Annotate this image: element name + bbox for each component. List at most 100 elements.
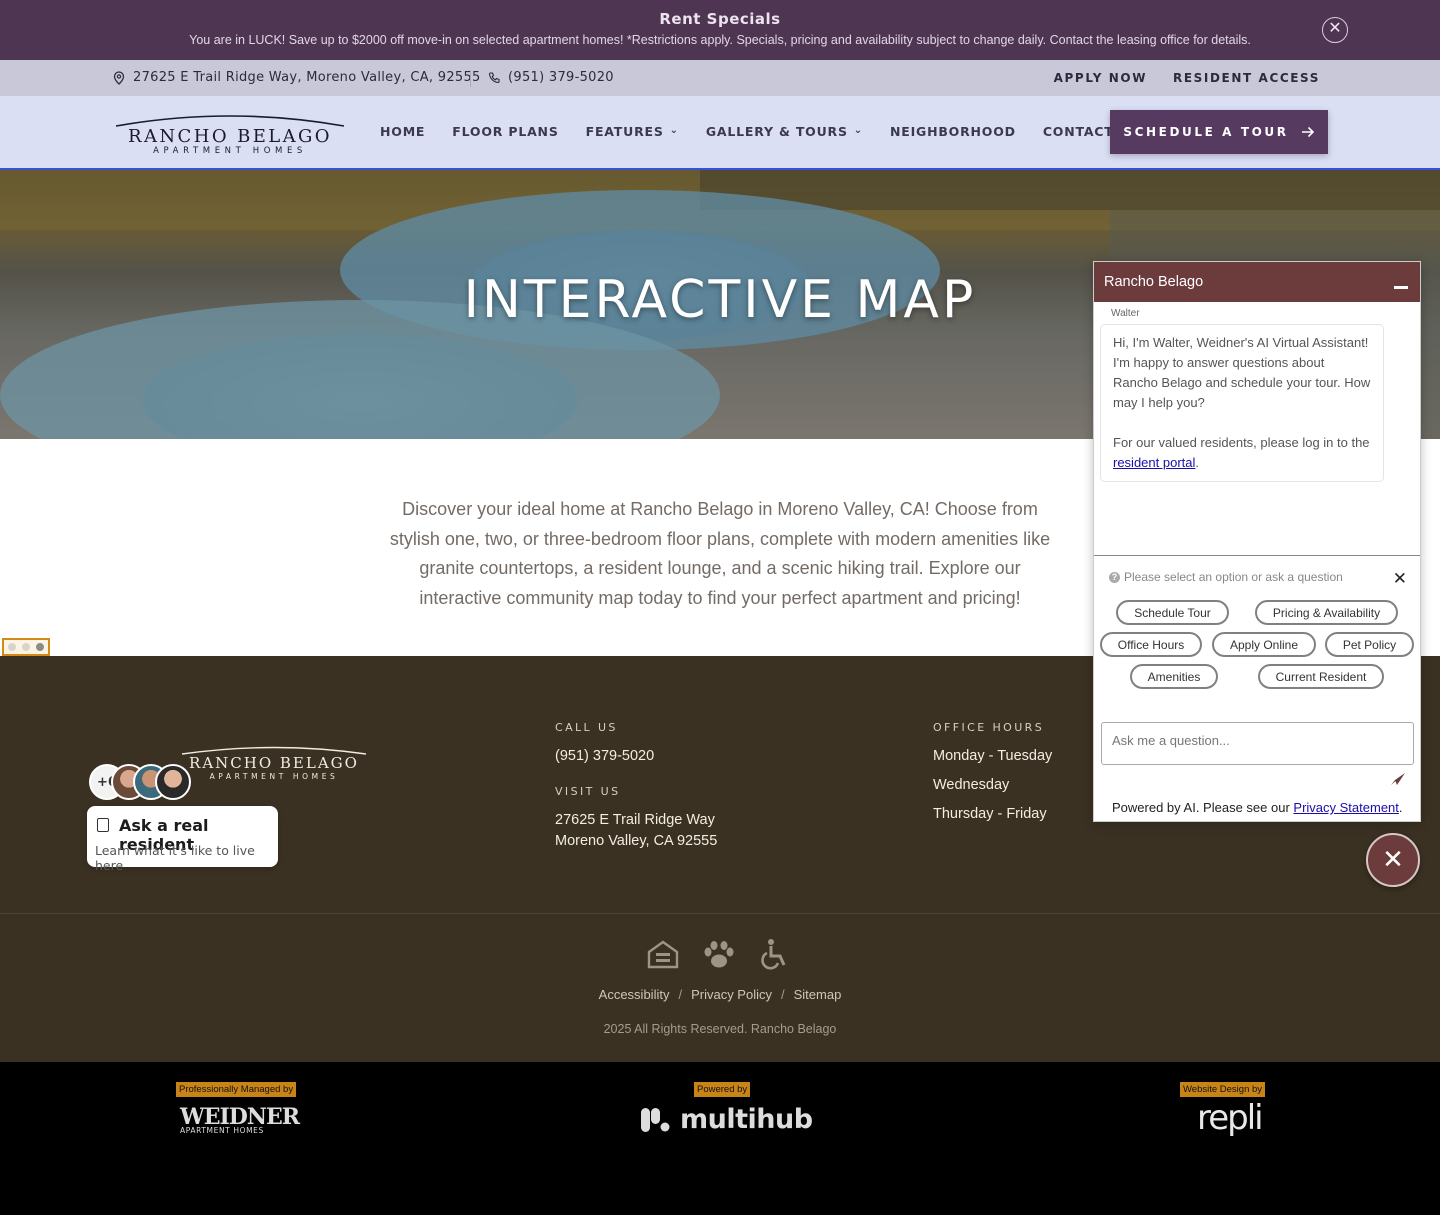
repli-logo[interactable]: repli [1197,1098,1264,1138]
promo-banner: Rent Specials You are in LUCK! Save up t… [0,0,1440,60]
hours-day: Thursday - Friday [933,806,1047,822]
footer-divider [0,913,1440,914]
privacy-statement-link[interactable]: Privacy Statement [1293,800,1399,815]
hours-day: Monday - Tuesday [933,748,1053,764]
chat-divider [1094,555,1420,556]
resident-portal-link[interactable]: resident portal [1113,455,1195,470]
carousel-dot[interactable] [22,643,30,651]
footer-links: Accessibility / Privacy Policy / Sitemap [0,987,1440,1002]
chat-header: Rancho Belago [1094,262,1420,302]
schedule-tour-label: SCHEDULE A TOUR [1123,125,1289,139]
chat-message-resident-text: For our valued residents, please log in … [1113,435,1370,450]
pet-friendly-icon [704,941,734,968]
resident-access-link[interactable]: RESIDENT ACCESS [1173,71,1320,85]
minimize-icon[interactable] [1394,274,1408,292]
visit-heading: VISIT US [555,785,621,798]
schedule-tour-button[interactable]: SCHEDULE A TOUR [1110,110,1328,154]
chat-disclaimer: Powered by AI. Please see our Privacy St… [1112,800,1403,815]
footer-logo-name: RANCHO BELAGO [189,754,359,772]
header-phone[interactable]: (951) 379-5020 [488,70,614,85]
call-heading: CALL US [555,721,618,734]
carousel-dot[interactable] [8,643,16,651]
intro-paragraph: Discover your ideal home at Rancho Belag… [389,499,1051,608]
footer-logo[interactable]: RANCHO BELAGO APARTMENT HOMES [180,744,368,784]
footer-logo-subtitle: APARTMENT HOMES [209,772,339,781]
link-separator: / [781,987,785,1002]
footer-address-line2[interactable]: Moreno Valley, CA 92555 [555,831,717,852]
chevron-down-icon: ⌄ [669,125,679,136]
multihub-wordmark: multihub [680,1104,813,1135]
nav-item-home[interactable]: HOME [380,124,425,139]
chat-message-period: . [1195,455,1200,470]
header-phone-text: (951) 379-5020 [508,70,614,85]
send-icon[interactable] [1390,772,1406,786]
wheelchair-accessible-icon [761,939,786,970]
utility-bar: 27625 E Trail Ridge Way, Moreno Valley, … [0,60,1440,96]
help-icon: ? [1109,571,1120,583]
chat-message: Hi, I'm Walter, Weidner's AI Virtual Ass… [1100,324,1384,482]
chat-disclaimer-text: Powered by AI. Please see our [1112,800,1290,815]
design-by-label: Website Design by [1180,1082,1266,1097]
ask-resident-subtitle: Learn what it's like to live here [95,843,255,873]
logo-subtitle: APARTMENT HOMES [153,146,307,156]
nav-menu: HOME FLOOR PLANS FEATURES ⌄ GALLERY & TOU… [380,124,1140,139]
weidner-logo[interactable]: WEIDNER APARTMENT HOMES [180,1104,300,1135]
equal-housing-icon [647,940,679,969]
sponsor-bar: Professionally Managed by WEIDNER APARTM… [0,1062,1440,1215]
promo-close-button[interactable]: ✕ [1322,17,1348,43]
arrow-right-icon [1301,126,1314,138]
chevron-down-icon: ⌄ [853,125,863,136]
apply-now-link[interactable]: APPLY NOW [1054,71,1147,85]
chat-title: Rancho Belago [1104,274,1204,290]
footer-visit: VISIT US 27625 E Trail Ridge Way Moreno … [555,785,717,852]
chat-input[interactable]: Ask me a question... [1101,722,1414,765]
powered-by-label: Powered by [694,1082,751,1097]
privacy-policy-link[interactable]: Privacy Policy [691,987,772,1002]
resident-avatars[interactable]: +6 [89,764,191,800]
chip-schedule-tour[interactable]: Schedule Tour [1116,600,1229,625]
nav-item-features[interactable]: FEATURES ⌄ [586,124,679,139]
chat-close-button[interactable]: ✕ [1366,833,1420,887]
nav-item-floor-plans[interactable]: FLOOR PLANS [452,124,558,139]
chip-current-resident[interactable]: Current Resident [1258,664,1384,689]
chip-pet-policy[interactable]: Pet Policy [1325,632,1414,657]
copyright-text: 2025 All Rights Reserved. Rancho Belago [603,1022,837,1036]
chat-prompt: ? Please select an option or ask a quest… [1109,570,1343,584]
footer-hours: OFFICE HOURS Monday - Tuesday Wednesday … [933,721,1052,829]
hours-day: Wednesday [933,777,1010,793]
chip-office-hours[interactable]: Office Hours [1100,632,1202,657]
main-navigation: RANCHO BELAGO APARTMENT HOMES HOME FLOOR… [0,96,1440,170]
nav-item-label: FEATURES [585,124,664,139]
footer-phone-link[interactable]: (951) 379-5020 [555,746,654,767]
chip-amenities[interactable]: Amenities [1130,664,1218,689]
compliance-icons [646,938,792,972]
chat-message-resident: For our valued residents, please log in … [1113,433,1371,473]
logo-name: RANCHO BELAGO [128,126,332,147]
sitemap-link[interactable]: Sitemap [794,987,842,1002]
carousel-dot-active[interactable] [36,643,44,651]
hours-heading: OFFICE HOURS [933,721,1045,734]
accessibility-link[interactable]: Accessibility [599,987,670,1002]
footer-address-line1[interactable]: 27625 E Trail Ridge Way [555,810,717,831]
chip-pricing-availability[interactable]: Pricing & Availability [1255,600,1398,625]
managed-by-label: Professionally Managed by [176,1082,297,1097]
nav-item-label: FLOOR PLANS [452,124,559,139]
multihub-mark-icon [641,1107,670,1132]
ask-resident-card[interactable]: Ask a real resident Learn what it's like… [87,806,278,873]
footer-call: CALL US (951) 379-5020 [555,721,654,767]
header-address[interactable]: 27625 E Trail Ridge Way, Moreno Valley, … [113,70,481,85]
nav-item-gallery-tours[interactable]: GALLERY & TOURS ⌄ [706,124,863,139]
chip-apply-online[interactable]: Apply Online [1212,632,1316,657]
nav-item-neighborhood[interactable]: NEIGHBORHOOD [890,124,1016,139]
nav-item-label: HOME [380,124,426,139]
location-pin-icon [113,70,125,85]
chat-bubble-icon [97,818,109,832]
multihub-logo[interactable]: multihub [640,1104,813,1135]
topbar-divider [470,70,471,87]
site-logo[interactable]: RANCHO BELAGO APARTMENT HOMES [114,110,346,156]
chat-prompt-text: Please select an option or ask a questio… [1124,570,1343,584]
carousel-dots[interactable] [2,638,50,656]
phone-icon [488,71,500,83]
nav-item-label: GALLERY & TOURS [705,124,848,139]
close-options-icon[interactable]: ✕ [1393,569,1407,589]
